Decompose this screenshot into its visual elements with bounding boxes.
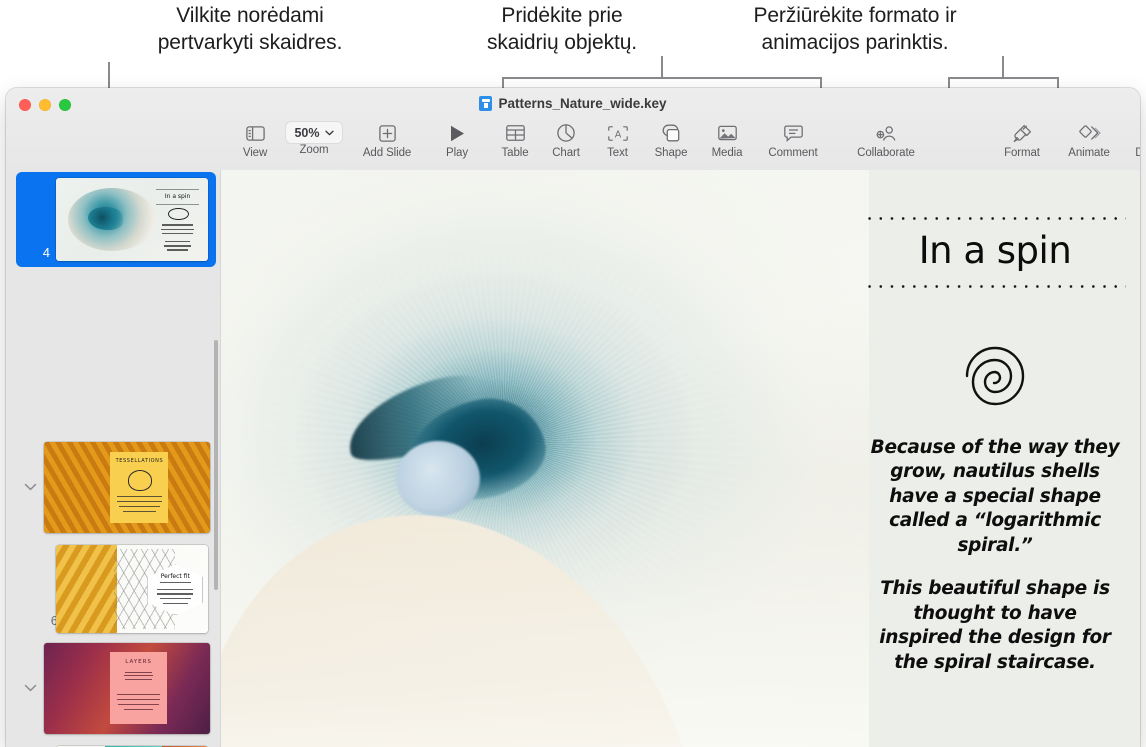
slide-collapse-chevron-7[interactable]	[24, 684, 38, 692]
toolbar-label-zoom: Zoom	[299, 144, 329, 156]
callout-leader-line-3	[1002, 56, 1004, 78]
toolbar-button-format[interactable]: Format	[989, 118, 1055, 159]
toolbar-button-text[interactable]: A Text	[592, 118, 643, 159]
toolbar-button-media[interactable]: Media	[699, 118, 755, 159]
callout-label-format-animate: Peržiūrėkite formato ir animacijos parin…	[753, 4, 957, 54]
slide-paragraph-2[interactable]: This beautiful shape is thought to have …	[864, 577, 1126, 675]
toolbar-label-shape: Shape	[654, 147, 688, 159]
paintbrush-icon	[1013, 120, 1032, 146]
callout-label-reorder-slides: Vilkite norėdami pertvarkyti skaidres.	[157, 4, 343, 54]
slide-number-4: 4	[42, 245, 50, 260]
slide-paragraph-1[interactable]: Because of the way they grow, nautilus s…	[864, 436, 1126, 559]
toolbar-button-document[interactable]: Document	[1123, 118, 1140, 159]
toolbar-button-table[interactable]: Table	[490, 118, 540, 159]
collaborate-person-icon	[876, 120, 897, 146]
chevron-down-icon	[324, 130, 334, 136]
callout-leader-line-2	[661, 56, 663, 78]
photo-bottom-fade	[221, 170, 869, 747]
toolbar-label-animate: Animate	[1068, 147, 1110, 159]
toolbar-label-document: Document	[1135, 147, 1140, 159]
main-toolbar: View 50% Zoom Add Slide Play Table Chart…	[6, 118, 1140, 170]
toolbar-label-view: View	[242, 147, 268, 159]
current-slide[interactable]: In a spin Because of the way they grow, …	[221, 170, 1140, 747]
document-title-group: Patterns_Nature_wide.key	[6, 96, 1140, 111]
document-title-text[interactable]: Patterns_Nature_wide.key	[498, 96, 666, 111]
toolbar-button-comment[interactable]: Comment	[755, 118, 831, 159]
navigator-scrollbar[interactable]	[214, 340, 218, 590]
zoom-value: 50%	[294, 125, 320, 140]
toolbar-label-chart: Chart	[552, 147, 580, 159]
play-triangle-icon	[450, 120, 465, 146]
slide-number-6: 6	[50, 613, 58, 628]
toolbar-label-format: Format	[1004, 147, 1040, 159]
window-body: 4 In a spin TESSELLATIONS 6 Perfect fit …	[6, 170, 1140, 747]
nautilus-shell-photo[interactable]	[221, 170, 869, 747]
toolbar-button-collaborate[interactable]: Collaborate	[831, 118, 941, 159]
table-grid-icon	[505, 120, 525, 146]
toolbar-button-view[interactable]: View	[232, 118, 278, 159]
speech-bubble-icon	[783, 120, 803, 146]
slide-title[interactable]: In a spin	[864, 231, 1126, 271]
pie-chart-icon	[557, 120, 575, 146]
slide-text-column: In a spin Because of the way they grow, …	[850, 170, 1140, 747]
dotted-rule-top	[864, 217, 1126, 220]
window-titlebar: Patterns_Nature_wide.key View 50% Zoom A…	[6, 88, 1140, 171]
callout-label-add-objects: Pridėkite prie skaidrių objektų.	[486, 4, 638, 54]
slide-thumbnail-5[interactable]: TESSELLATIONS	[44, 442, 210, 533]
plus-square-icon	[378, 120, 396, 146]
photo-image-icon	[717, 120, 737, 146]
toolbar-label-media: Media	[711, 147, 743, 159]
slide-thumbnail-4[interactable]: In a spin	[56, 178, 208, 261]
toolbar-label-comment: Comment	[768, 147, 818, 159]
slide-thumbnail-7[interactable]: LAYERS	[44, 643, 210, 734]
slide-canvas[interactable]: In a spin Because of the way they grow, …	[221, 170, 1140, 747]
slide-navigator[interactable]: 4 In a spin TESSELLATIONS 6 Perfect fit …	[6, 170, 221, 747]
toolbar-button-animate[interactable]: Animate	[1055, 118, 1123, 159]
shapes-overlap-icon	[662, 120, 680, 146]
zoom-select[interactable]: 50%	[286, 122, 342, 143]
keynote-document-icon	[479, 96, 493, 111]
text-box-a-icon: A	[607, 120, 628, 146]
toolbar-label-text: Text	[607, 147, 628, 159]
toolbar-label-table: Table	[501, 147, 529, 159]
slide-thumbnail-6[interactable]: Perfect fit	[56, 545, 208, 633]
toolbar-label-collaborate: Collaborate	[857, 147, 915, 159]
toolbar-label-play: Play	[446, 147, 468, 159]
animate-diamonds-icon	[1078, 120, 1101, 146]
spiral-icon[interactable]	[864, 314, 1126, 414]
toolbar-label-add-slide: Add Slide	[362, 147, 412, 159]
slide-collapse-chevron-5[interactable]	[24, 483, 38, 491]
sidebar-panel-icon	[245, 120, 265, 146]
dotted-rule-bottom	[864, 284, 1126, 288]
toolbar-button-shape[interactable]: Shape	[643, 118, 699, 159]
toolbar-button-zoom[interactable]: 50% Zoom	[278, 118, 350, 156]
toolbar-button-play[interactable]: Play	[424, 118, 490, 159]
svg-text:A: A	[614, 129, 621, 140]
toolbar-button-add-slide[interactable]: Add Slide	[350, 118, 424, 159]
toolbar-button-chart[interactable]: Chart	[540, 118, 592, 159]
keynote-window: Patterns_Nature_wide.key View 50% Zoom A…	[6, 88, 1140, 747]
